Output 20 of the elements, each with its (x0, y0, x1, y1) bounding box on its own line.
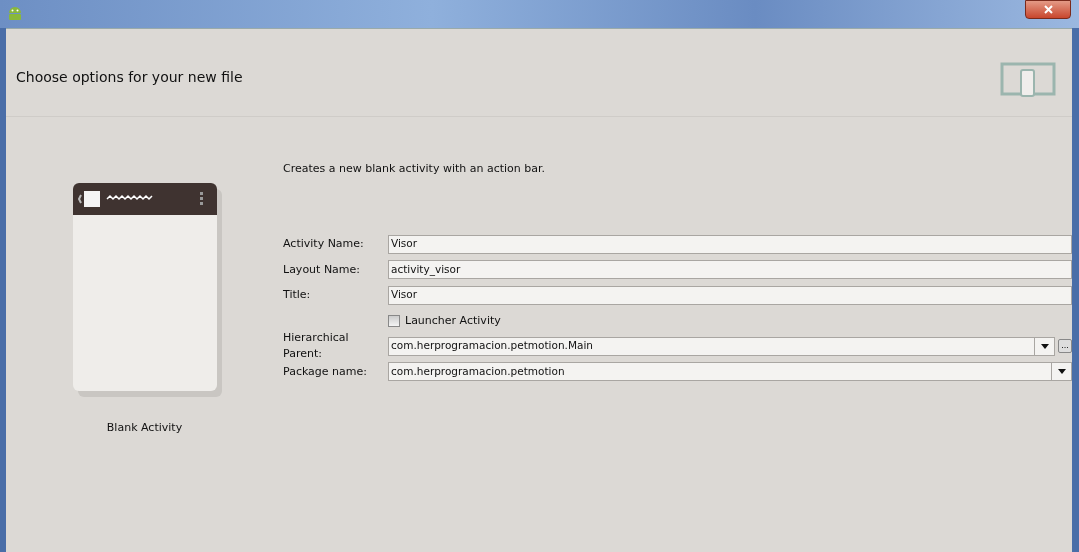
device-icon (1000, 62, 1056, 98)
close-button[interactable] (1025, 0, 1071, 19)
android-icon (7, 5, 23, 21)
description: Creates a new blank activity with an action bar. (283, 161, 547, 177)
input-field[interactable]: Visor (388, 285, 1072, 305)
template-name: Blank Activity (106, 420, 183, 436)
checkbox[interactable] (388, 314, 400, 327)
field-label: Title: (283, 287, 312, 303)
browse-button[interactable]: ... (1058, 339, 1072, 354)
field-label: Activity Name: (283, 236, 365, 252)
field-label: Hierarchical Parent: (283, 329, 350, 363)
field-label: Layout Name: (283, 261, 362, 278)
input-field[interactable]: Visor (388, 234, 1072, 254)
checkbox-label[interactable]: Launcher Activity (405, 312, 501, 329)
close-icon (1043, 5, 1053, 14)
page-title: Choose options for your new file (16, 68, 243, 87)
caret-icon (1057, 369, 1066, 375)
field-label: Package name: (283, 363, 368, 380)
input-field[interactable]: activity_visor (388, 260, 1072, 280)
caret-icon (1040, 343, 1049, 349)
